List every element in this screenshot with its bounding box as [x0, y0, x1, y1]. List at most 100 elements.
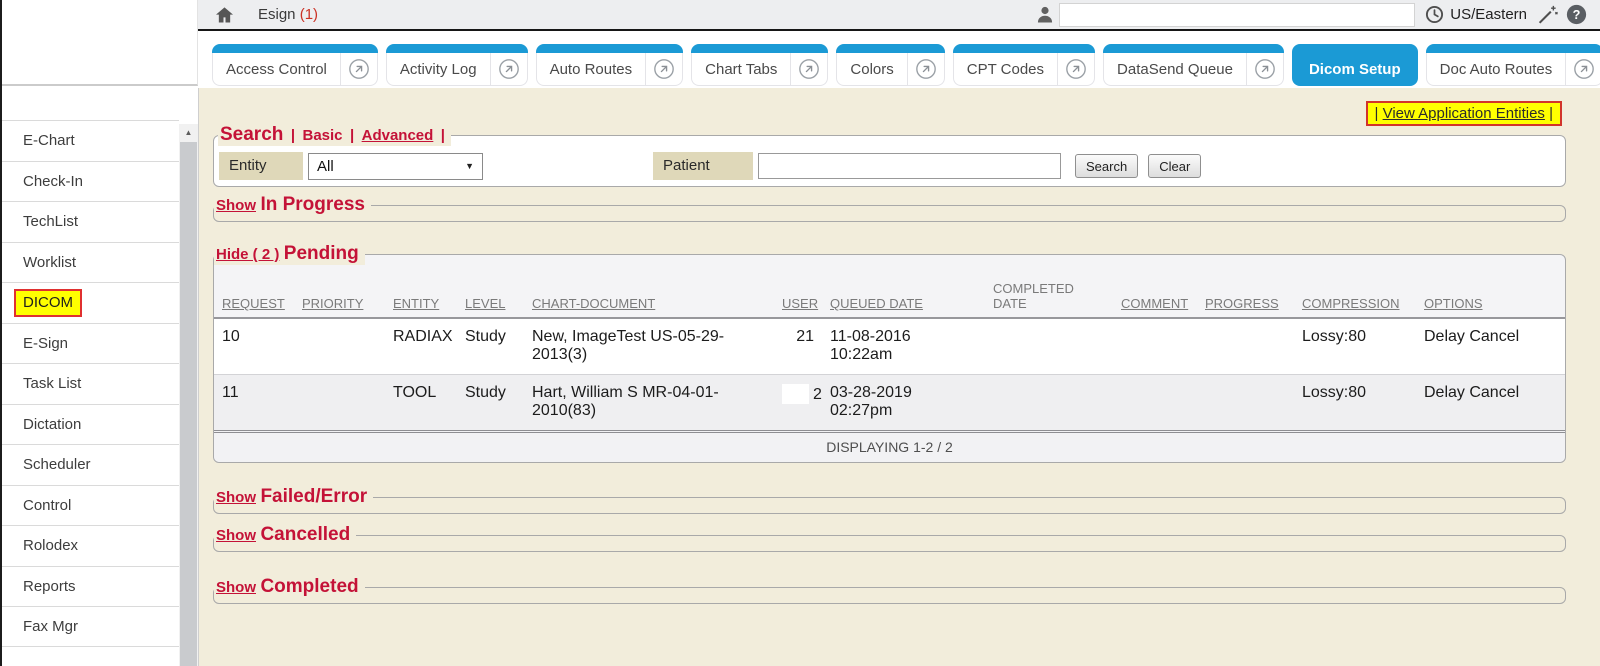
tab-open-button[interactable]: [1058, 58, 1094, 80]
column-header-entity[interactable]: ENTITY: [385, 265, 457, 318]
column-header-level[interactable]: LEVEL: [457, 265, 524, 318]
cell-progress: [1197, 375, 1294, 431]
patient-label: Patient: [653, 152, 753, 180]
help-icon[interactable]: ?: [1566, 4, 1587, 25]
column-header-priority[interactable]: PRIORITY: [294, 265, 385, 318]
advanced-link[interactable]: Advanced: [362, 127, 434, 144]
sidebar-item-e-sign[interactable]: E-Sign: [2, 323, 179, 364]
column-header-label: LEVEL: [465, 296, 505, 311]
sidebar-item-label: Worklist: [23, 254, 76, 271]
completed-section: Show Completed: [213, 576, 1566, 604]
sidebar-item-fax-mgr[interactable]: Fax Mgr: [2, 606, 179, 647]
tab-open-button[interactable]: [791, 58, 827, 80]
in-progress-title: In Progress: [260, 194, 365, 215]
pipe-right: |: [1549, 105, 1553, 122]
sidebar-item-dicom[interactable]: DICOM: [2, 282, 179, 323]
column-header-compression[interactable]: COMPRESSION: [1294, 265, 1416, 318]
home-icon[interactable]: [214, 5, 235, 25]
sidebar-item-worklist[interactable]: Worklist: [2, 242, 179, 283]
column-header-options[interactable]: OPTIONS: [1416, 265, 1565, 318]
column-header-queued-date[interactable]: QUEUED DATE: [822, 265, 985, 318]
entity-select-value: All: [317, 158, 334, 175]
open-in-new-icon: [1065, 58, 1087, 80]
tab-open-button[interactable]: [646, 58, 682, 80]
pending-legend: Hide ( 2 ) Pending: [214, 243, 365, 265]
tab-open-button[interactable]: [491, 58, 527, 80]
pending-toggle[interactable]: Hide ( 2 ): [216, 246, 279, 263]
clear-button[interactable]: Clear: [1148, 154, 1201, 178]
tab-label: Activity Log: [387, 61, 490, 78]
tab-cpt-codes[interactable]: CPT Codes: [953, 44, 1095, 86]
tab-open-button[interactable]: [1566, 58, 1600, 80]
entity-select[interactable]: All ▼: [308, 153, 483, 180]
scrollbar-up-arrow[interactable]: ▲: [179, 124, 198, 141]
cell-request: 11: [214, 375, 294, 431]
app-title[interactable]: Esign (1): [258, 6, 318, 23]
in-progress-toggle[interactable]: Show: [216, 197, 256, 214]
cancelled-title: Cancelled: [260, 524, 350, 545]
empty-user-field[interactable]: [782, 384, 809, 404]
completed-legend: Show Completed: [214, 576, 365, 598]
tab-body: Access Control: [212, 53, 378, 86]
patient-input[interactable]: [758, 153, 1061, 179]
empty-user-field[interactable]: [790, 328, 792, 343]
view-application-entities-link[interactable]: | View Application Entities |: [1366, 101, 1562, 126]
sidebar-item-label: E-Chart: [23, 132, 75, 149]
completed-toggle[interactable]: Show: [216, 579, 256, 596]
cell-value: New, ImageTest US-05-29-2013(3): [532, 328, 724, 363]
basic-link[interactable]: Basic: [302, 127, 342, 144]
failed-error-toggle[interactable]: Show: [216, 489, 256, 506]
tab-access-control[interactable]: Access Control: [212, 44, 378, 86]
tab-dicom-setup[interactable]: Dicom Setup: [1292, 44, 1418, 86]
sidebar-item-control[interactable]: Control: [2, 485, 179, 526]
column-header-chart-document[interactable]: CHART-DOCUMENT: [524, 265, 774, 318]
sidebar-item-e-chart[interactable]: E-Chart: [2, 120, 179, 161]
pipe-left: |: [1375, 105, 1379, 122]
sidebar-item-task-list[interactable]: Task List: [2, 363, 179, 404]
tab-open-button[interactable]: [908, 58, 944, 80]
sidebar-item-label: Check-In: [23, 173, 83, 190]
wand-icon[interactable]: [1537, 4, 1558, 25]
scrollbar-thumb[interactable]: [180, 142, 197, 666]
sidebar-scrollbar: ▲: [179, 124, 198, 666]
in-progress-legend: Show In Progress: [214, 194, 371, 216]
sidebar-item-scheduler[interactable]: Scheduler: [2, 444, 179, 485]
search-form-row: Entity All ▼ Patient Search Clear: [218, 149, 1561, 183]
cell-options[interactable]: Delay Cancel: [1416, 375, 1565, 431]
tab-colors[interactable]: Colors: [836, 44, 944, 86]
sidebar-item-rolodex[interactable]: Rolodex: [2, 525, 179, 566]
tab-body: CPT Codes: [953, 53, 1095, 86]
cell-value: 10: [222, 328, 240, 345]
column-header-label: ENTITY: [393, 296, 439, 311]
cancelled-toggle[interactable]: Show: [216, 527, 256, 544]
column-header-completed-date[interactable]: COMPLETED DATE: [985, 265, 1113, 318]
sidebar-item-reports[interactable]: Reports: [2, 566, 179, 607]
tab-top-accent: [1426, 44, 1600, 53]
column-header-progress[interactable]: PROGRESS: [1197, 265, 1294, 318]
tab-open-button[interactable]: [1247, 58, 1283, 80]
cell-options[interactable]: Delay Cancel: [1416, 318, 1565, 375]
cell-user: 21: [774, 318, 822, 375]
cell-value: Study: [465, 384, 506, 401]
sidebar-item-dictation[interactable]: Dictation: [2, 404, 179, 445]
cell-compression: Lossy:80: [1294, 375, 1416, 431]
column-header-comment[interactable]: COMMENT: [1113, 265, 1197, 318]
search-section: Search | Basic | Advanced | Entity All ▼…: [213, 124, 1566, 187]
column-header-request[interactable]: REQUEST: [214, 265, 294, 318]
sidebar-item-check-in[interactable]: Check-In: [2, 161, 179, 202]
sidebar-item-techlist[interactable]: TechList: [2, 201, 179, 242]
tab-chart-tabs[interactable]: Chart Tabs: [691, 44, 828, 86]
tab-datasend-queue[interactable]: DataSend Queue: [1103, 44, 1284, 86]
search-button[interactable]: Search: [1075, 154, 1138, 178]
tab-activity-log[interactable]: Activity Log: [386, 44, 528, 86]
tab-open-button[interactable]: [341, 58, 377, 80]
sidebar-item-label: Reports: [23, 578, 76, 595]
global-search-input[interactable]: [1059, 3, 1415, 27]
select-arrow-icon: ▼: [465, 162, 474, 171]
open-in-new-icon: [1573, 58, 1595, 80]
tab-doc-auto-routes[interactable]: Doc Auto Routes: [1426, 44, 1600, 86]
cell-value: 11-08-2016 10:22am: [830, 328, 930, 364]
column-header-user[interactable]: USER: [774, 265, 822, 318]
tab-auto-routes[interactable]: Auto Routes: [536, 44, 684, 86]
in-progress-section: Show In Progress: [213, 194, 1566, 222]
